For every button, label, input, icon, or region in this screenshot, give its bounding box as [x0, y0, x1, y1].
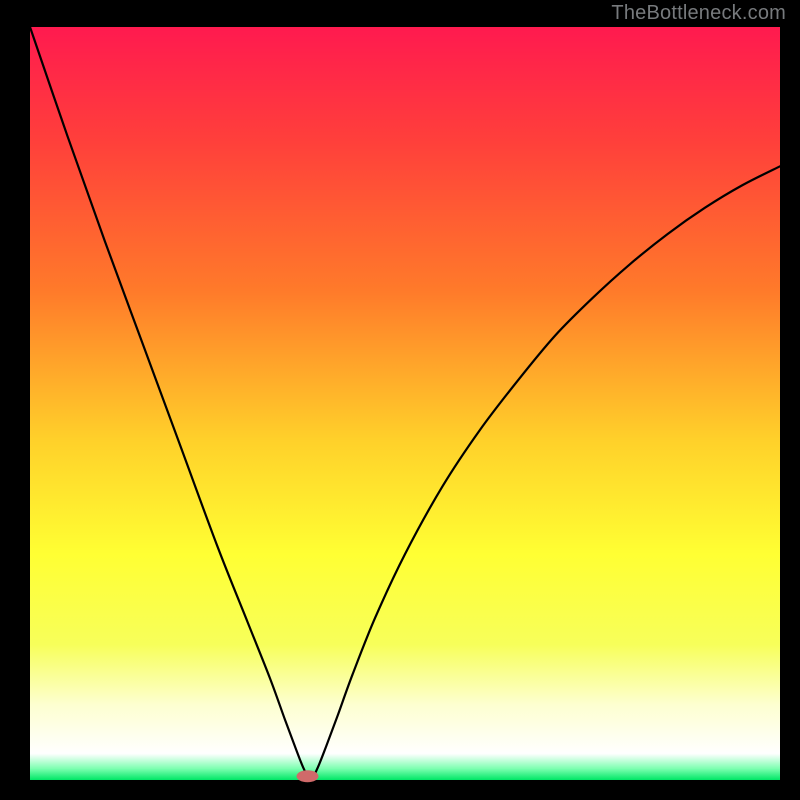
optimal-marker	[297, 770, 319, 782]
plot-background	[30, 27, 780, 780]
watermark-text: TheBottleneck.com	[611, 2, 786, 25]
chart-frame: TheBottleneck.com	[0, 0, 800, 800]
chart-svg	[0, 0, 800, 800]
